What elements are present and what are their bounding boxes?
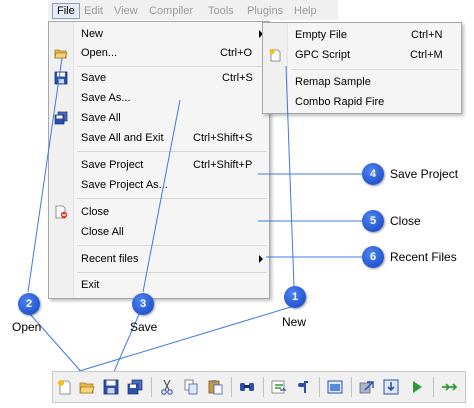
- callout-badge-recent-files: 6: [362, 246, 384, 268]
- paste-icon[interactable]: [207, 379, 223, 395]
- callout-badge-close: 5: [362, 210, 384, 232]
- callout-label-save: Save: [130, 320, 158, 334]
- format-icon[interactable]: [295, 379, 311, 395]
- callout-label-close: Close: [390, 214, 421, 228]
- callout-badge-save: 3: [132, 293, 154, 315]
- callout-line-open: [27, 57, 63, 293]
- cut-icon[interactable]: [159, 379, 175, 395]
- callout-line-new: [285, 65, 295, 288]
- callout-line-save: [142, 99, 181, 293]
- main-toolbar: [52, 371, 466, 403]
- toolbar-separator: [263, 377, 264, 397]
- save-icon[interactable]: [103, 379, 119, 395]
- callout-label-save-project: Save Project: [390, 167, 459, 181]
- replace-icon[interactable]: [271, 379, 287, 395]
- toolbar-separator: [319, 377, 320, 397]
- callout-badge-open: 2: [18, 293, 40, 315]
- copy-icon[interactable]: [183, 379, 199, 395]
- callout-badge-new: 1: [284, 286, 306, 308]
- toolbar-separator: [433, 377, 434, 397]
- export-icon[interactable]: [359, 379, 375, 395]
- callout-connectors: [27, 57, 362, 377]
- save-all-icon[interactable]: [127, 379, 143, 395]
- window-icon[interactable]: [327, 379, 343, 395]
- toolbar-separator: [151, 377, 152, 397]
- new-file-icon[interactable]: [57, 379, 73, 395]
- callout-label-open: Open: [12, 320, 42, 334]
- forward-icon[interactable]: [441, 379, 457, 395]
- find-icon[interactable]: [239, 379, 255, 395]
- run-icon[interactable]: [409, 379, 425, 395]
- toolbar-separator: [351, 377, 352, 397]
- download-icon[interactable]: [383, 379, 399, 395]
- callout-line-new-toolbar: [62, 305, 295, 377]
- open-folder-icon[interactable]: [79, 379, 95, 395]
- callout-badge-save-project: 4: [362, 163, 384, 185]
- callout-label-recent-files: Recent Files: [390, 250, 457, 264]
- toolbar-separator: [231, 377, 232, 397]
- callout-label-new: New: [282, 315, 307, 329]
